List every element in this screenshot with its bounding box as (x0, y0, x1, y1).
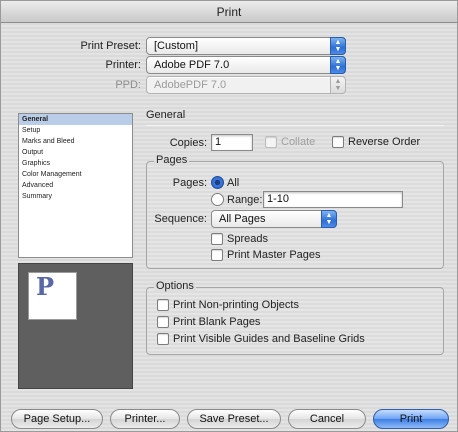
range-radio[interactable] (211, 193, 224, 206)
ppd-select: AdobePDF 7.0 ▲ ▼ (146, 76, 346, 94)
range-label: Range: (227, 194, 263, 206)
collate-label: Collate (281, 136, 316, 148)
printer-value: Adobe PDF 7.0 (154, 59, 230, 71)
options-group-title: Options (154, 280, 196, 292)
spreads-label: Spreads (227, 233, 268, 245)
sidebar-item-general[interactable]: General (19, 114, 132, 125)
all-pages-radio[interactable] (211, 176, 224, 189)
print-guides-checkbox[interactable] (157, 333, 169, 345)
ppd-label: PPD: (115, 79, 141, 91)
sequence-select[interactable]: All Pages ▲ ▼ (211, 210, 337, 228)
printer-label: Printer: (105, 59, 141, 71)
cancel-button[interactable]: Cancel (288, 409, 366, 429)
print-preset-value: [Custom] (154, 40, 199, 52)
preview-page: P (28, 272, 77, 320)
print-guides-label: Print Visible Guides and Baseline Grids (173, 333, 365, 345)
sidebar-item-color-management[interactable]: Color Management (19, 169, 132, 180)
copies-input[interactable]: 1 (211, 134, 253, 151)
print-dialog: Print Print Preset: [Custom] ▲ ▼ Printer:… (0, 0, 458, 432)
sequence-label: Sequence: (154, 213, 207, 225)
sequence-value: All Pages (219, 213, 266, 225)
reverse-order-checkbox[interactable] (332, 136, 344, 148)
sidebar-item-output[interactable]: Output (19, 147, 132, 158)
pages-group-title: Pages (154, 154, 190, 166)
sidebar-item-advanced[interactable]: Advanced (19, 180, 132, 191)
page-preview: P (18, 263, 133, 389)
save-preset-button[interactable]: Save Preset... (187, 409, 281, 429)
page-setup-button[interactable]: Page Setup... (11, 409, 103, 429)
updown-arrows-icon: ▲ ▼ (330, 76, 346, 94)
print-preset-select[interactable]: [Custom] ▲ ▼ (146, 37, 346, 55)
print-preset-label: Print Preset: (80, 40, 141, 52)
all-pages-label: All (227, 177, 240, 189)
section-title-general: General (146, 109, 186, 121)
print-non-printing-label: Print Non-printing Objects (173, 299, 299, 311)
window-title: Print (1, 1, 457, 23)
category-list: General Setup Marks and Bleed Output Gra… (18, 113, 133, 258)
sidebar-item-setup[interactable]: Setup (19, 125, 132, 136)
print-blank-pages-checkbox[interactable] (157, 316, 169, 328)
reverse-order-label: Reverse Order (348, 136, 421, 148)
section-divider (146, 125, 444, 126)
copies-label: Copies: (169, 137, 207, 149)
print-blank-pages-label: Print Blank Pages (173, 316, 261, 328)
range-input[interactable]: 1-10 (263, 191, 403, 208)
spreads-checkbox[interactable] (211, 233, 223, 245)
sidebar-item-marks-and-bleed[interactable]: Marks and Bleed (19, 136, 132, 147)
updown-arrows-icon: ▲ ▼ (330, 56, 346, 74)
printer-select[interactable]: Adobe PDF 7.0 ▲ ▼ (146, 56, 346, 74)
updown-arrows-icon: ▲ ▼ (321, 210, 337, 228)
print-non-printing-checkbox[interactable] (157, 299, 169, 311)
preview-page-letter: P (36, 272, 55, 301)
updown-arrows-icon: ▲ ▼ (330, 37, 346, 55)
sidebar-item-summary[interactable]: Summary (19, 191, 132, 202)
ppd-value: AdobePDF 7.0 (154, 79, 227, 91)
print-master-pages-label: Print Master Pages (227, 249, 321, 261)
print-button[interactable]: Print (373, 409, 449, 429)
print-master-pages-checkbox[interactable] (211, 249, 223, 261)
sidebar-item-graphics[interactable]: Graphics (19, 158, 132, 169)
collate-checkbox (265, 136, 277, 148)
printer-button[interactable]: Printer... (110, 409, 180, 429)
pages-label: Pages: (172, 177, 207, 189)
